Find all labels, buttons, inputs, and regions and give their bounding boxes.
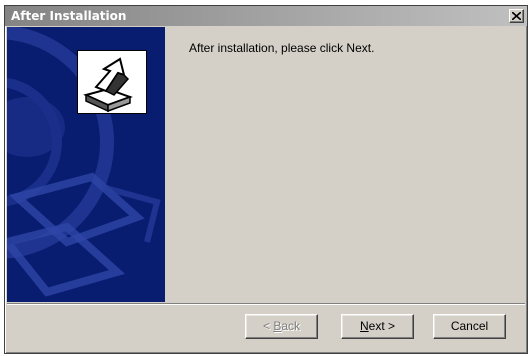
next-button-accel: N [359, 319, 369, 333]
instruction-text: After installation, please click Next. [189, 41, 375, 55]
wizard-side-panel [7, 27, 165, 302]
install-arrow-icon [83, 57, 133, 113]
install-logo [77, 50, 147, 114]
back-button[interactable]: < Back [245, 314, 318, 339]
back-button-prefix: < [262, 319, 274, 333]
cancel-button-label: Cancel [450, 319, 489, 333]
close-icon [512, 12, 521, 20]
title-bar[interactable]: After Installation [5, 6, 527, 26]
next-button[interactable]: Next > [341, 314, 414, 339]
close-button[interactable] [509, 9, 524, 23]
back-button-rest: ack [281, 319, 301, 333]
installer-dialog: After Installation After installation, p… [4, 5, 528, 354]
cancel-button[interactable]: Cancel [433, 314, 506, 339]
next-button-rest: ext > [368, 319, 396, 333]
button-divider [7, 303, 525, 305]
window-title: After Installation [11, 9, 127, 23]
